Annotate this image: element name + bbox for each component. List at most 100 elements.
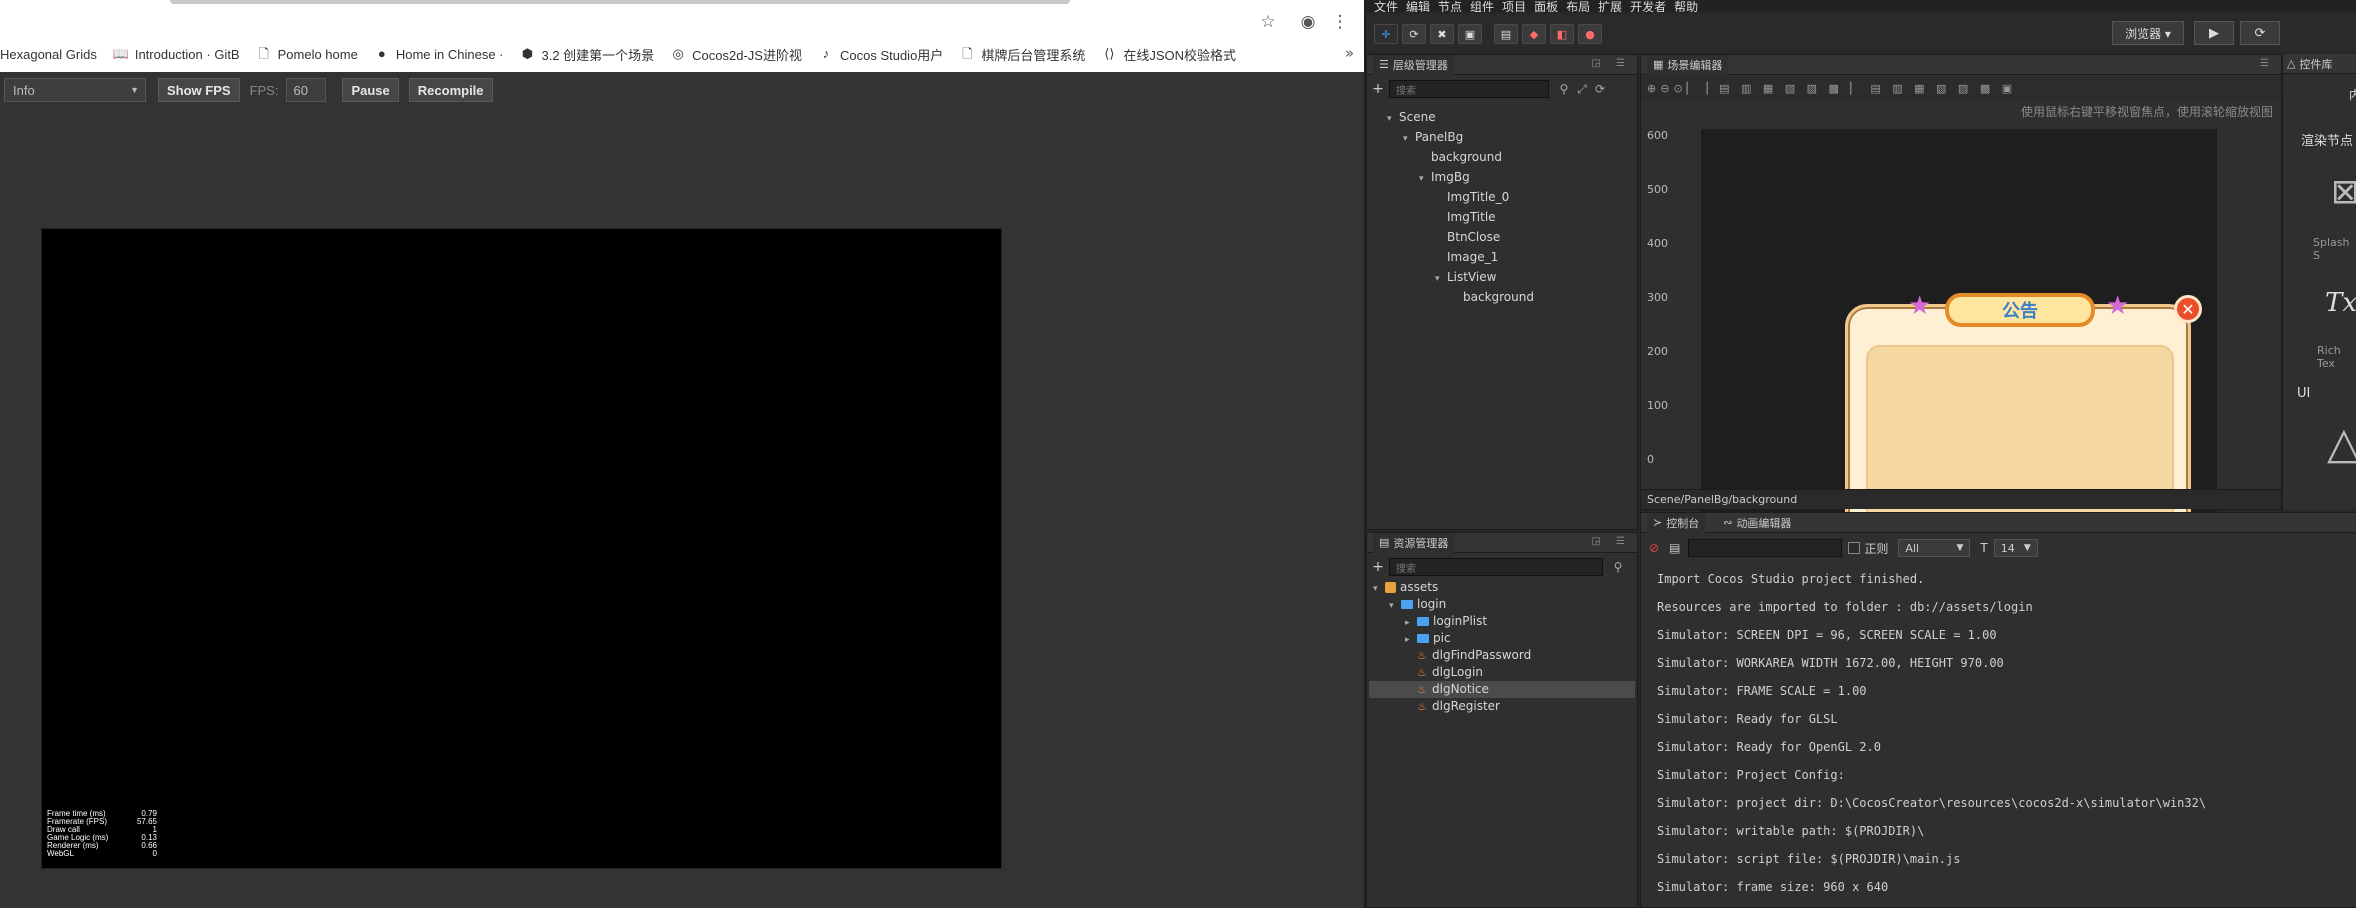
snap-icon[interactable]: ● <box>1578 24 1602 44</box>
refresh-button[interactable]: ⟳ <box>2240 21 2280 45</box>
move-tool-icon[interactable]: ✛ <box>1374 24 1398 44</box>
menu-item[interactable]: 组件 <box>1470 1 1494 12</box>
expand-icon[interactable]: ⤢ <box>1573 82 1591 97</box>
bookmark-item[interactable]: ⟨⟩ 在线JSON校验格式 <box>1101 45 1236 64</box>
widget-tab-inner[interactable]: 内 <box>2349 86 2356 103</box>
hierarchy-node[interactable]: ▾ ListView <box>1435 268 1496 286</box>
asset-item[interactable]: ▸ loginPlist <box>1369 613 1635 630</box>
menu-item[interactable]: 节点 <box>1438 1 1462 12</box>
gizmo-icon[interactable]: ◧ <box>1550 24 1574 44</box>
dialog-close-button[interactable]: ✕ <box>2174 295 2202 323</box>
asset-item[interactable]: ▸ pic <box>1369 630 1635 647</box>
preview-platform-select[interactable]: 浏览器 ▾ <box>2112 21 2184 45</box>
menu-item[interactable]: 开发者 <box>1630 1 1666 12</box>
tree-arrow-icon[interactable]: ▾ <box>1419 170 1431 188</box>
account-icon[interactable]: ◉ <box>1294 8 1322 36</box>
scene-viewport[interactable]: ★ ★ 公告 ✕ <box>1701 129 2217 538</box>
hierarchy-node[interactable]: Image_1 <box>1435 248 1498 266</box>
local-toggle-icon[interactable]: ◆ <box>1522 24 1546 44</box>
ui-widget-icon[interactable]: △ <box>2327 418 2356 469</box>
asset-item[interactable]: ♨ dlgNotice <box>1369 681 1635 698</box>
splash-sprite-icon[interactable]: ⊠ <box>2331 172 2356 212</box>
bookmark-item[interactable]: 🗋 Pomelo home <box>256 46 357 62</box>
dialog-title[interactable]: 公告 <box>1945 293 2095 327</box>
refresh-icon[interactable]: ⟳ <box>1591 82 1609 96</box>
dropdown-arrow-icon: ▼ <box>2023 543 2031 553</box>
bookmark-item[interactable]: Hexagonal Grids <box>0 47 97 62</box>
align-icons[interactable]: ▏▕ ▤ ▥ ▦ ▧ ▨ ▩ ▏ ▤ ▥ ▦ ▧ ▨ ▩ ▣ <box>1687 82 2016 95</box>
show-fps-button[interactable]: Show FPS <box>158 78 240 102</box>
zoom-reset-icon[interactable]: ⊙ <box>1673 82 1686 95</box>
bookmark-item[interactable]: ◎ Cocos2d-JS进阶视 <box>670 45 802 64</box>
hierarchy-node[interactable]: background <box>1451 288 1534 306</box>
panel-menu-icon[interactable]: ◲ ☰ <box>1591 58 1631 69</box>
search-icon[interactable]: ⚲ <box>1555 82 1573 96</box>
bookmark-item[interactable]: ● Home in Chinese · <box>374 46 504 62</box>
open-log-icon[interactable]: ▤ <box>1669 541 1680 555</box>
asset-item[interactable]: ♨ dlgRegister <box>1369 698 1635 715</box>
asset-item[interactable]: ▾ assets <box>1369 579 1635 596</box>
tab-console[interactable]: ≻ 控制台 <box>1647 512 1706 533</box>
tree-arrow-icon[interactable]: ▾ <box>1387 110 1399 128</box>
panel-menu-icon[interactable]: ◲ ☰ <box>1591 536 1631 547</box>
zoom-out-icon[interactable]: ⊖ <box>1660 82 1673 95</box>
fps-input[interactable]: 60 <box>286 78 327 102</box>
menu-item[interactable]: 项目 <box>1502 1 1526 12</box>
menu-item[interactable]: 布局 <box>1566 1 1590 12</box>
hierarchy-node[interactable]: ▾ ImgBg <box>1419 168 1470 186</box>
scale-tool-icon[interactable]: ✖ <box>1430 24 1454 44</box>
menu-item[interactable]: 文件 <box>1374 1 1398 12</box>
hierarchy-node[interactable]: ▾ Scene <box>1387 108 1436 126</box>
font-size-select[interactable]: 14 ▼ <box>1993 539 2038 557</box>
rect-tool-icon[interactable]: ▣ <box>1458 24 1482 44</box>
regex-checkbox[interactable] <box>1848 542 1861 554</box>
hierarchy-node[interactable]: background <box>1419 148 1502 166</box>
play-button[interactable]: ▶ <box>2194 21 2234 45</box>
asset-item[interactable]: ♨ dlgFindPassword <box>1369 647 1635 664</box>
bookmarks-more[interactable]: » <box>1345 44 1354 62</box>
recompile-button[interactable]: Recompile <box>408 78 493 102</box>
hierarchy-node[interactable]: BtnClose <box>1435 228 1500 246</box>
asset-item[interactable]: ▾ login <box>1369 596 1635 613</box>
asset-item[interactable]: ♨ dlgLogin <box>1369 664 1635 681</box>
rich-text-icon[interactable]: TxT <box>2325 288 2356 318</box>
pivot-toggle-icon[interactable]: ▤ <box>1494 24 1518 44</box>
add-asset-icon[interactable]: + <box>1367 559 1389 575</box>
menu-item[interactable]: 编辑 <box>1406 1 1430 12</box>
tab-hierarchy[interactable]: ☰ 层级管理器 <box>1373 54 1454 75</box>
log-level-filter[interactable]: All ▼ <box>1898 539 1971 557</box>
tab-assets[interactable]: ▤ 资源管理器 <box>1373 532 1455 553</box>
menu-icon[interactable]: ⋮ <box>1326 8 1354 36</box>
hierarchy-node[interactable]: ImgTitle_0 <box>1435 188 1509 206</box>
console-filter-input[interactable] <box>1688 539 1843 557</box>
log-level-select[interactable]: Info ▼ <box>4 78 146 102</box>
game-canvas[interactable]: Frame time (ms) 0.79 Framerate (FPS) 57.65 D… <box>41 228 1002 869</box>
panel-menu-icon[interactable]: ☰ <box>2260 58 2275 69</box>
bookmark-label: 在线JSON校验格式 <box>1123 47 1236 63</box>
assets-search-input[interactable]: 搜索 <box>1389 558 1603 576</box>
tab-animation[interactable]: ∾ 动画编辑器 <box>1717 513 1797 533</box>
bookmark-item[interactable]: 📖 Introduction · GitB <box>113 46 240 62</box>
menu-item[interactable]: 面板 <box>1534 1 1558 12</box>
asset-label: dlgFindPassword <box>1432 648 1532 662</box>
hierarchy-node[interactable]: ▾ PanelBg <box>1403 128 1463 146</box>
bookmark-item[interactable]: ♪ Cocos Studio用户 <box>818 45 944 64</box>
menu-item[interactable]: 扩展 <box>1598 1 1622 12</box>
tree-arrow-icon[interactable]: ▾ <box>1403 130 1415 148</box>
star-icon[interactable]: ☆ <box>1254 8 1282 36</box>
pause-button[interactable]: Pause <box>342 78 399 102</box>
bookmark-label: Cocos2d-JS进阶视 <box>692 47 802 63</box>
tree-arrow-icon[interactable]: ▾ <box>1435 270 1447 288</box>
tab-strip[interactable] <box>170 0 1070 4</box>
hierarchy-search-input[interactable]: 搜索 <box>1389 80 1549 98</box>
add-node-icon[interactable]: + <box>1367 81 1389 97</box>
search-icon[interactable]: ⚲ <box>1609 560 1627 574</box>
clear-icon[interactable]: ⊘ <box>1649 541 1659 555</box>
bookmark-item[interactable]: ⬢ 3.2 创建第一个场景 <box>519 45 654 64</box>
bookmark-item[interactable]: 🗋 棋牌后台管理系统 <box>959 45 1085 64</box>
tab-scene[interactable]: ▦ 场景编辑器 <box>1647 54 1729 75</box>
hierarchy-node[interactable]: ImgTitle <box>1435 208 1496 226</box>
rotate-tool-icon[interactable]: ⟳ <box>1402 24 1426 44</box>
menu-item[interactable]: 帮助 <box>1674 1 1698 12</box>
zoom-in-icon[interactable]: ⊕ <box>1647 82 1660 95</box>
